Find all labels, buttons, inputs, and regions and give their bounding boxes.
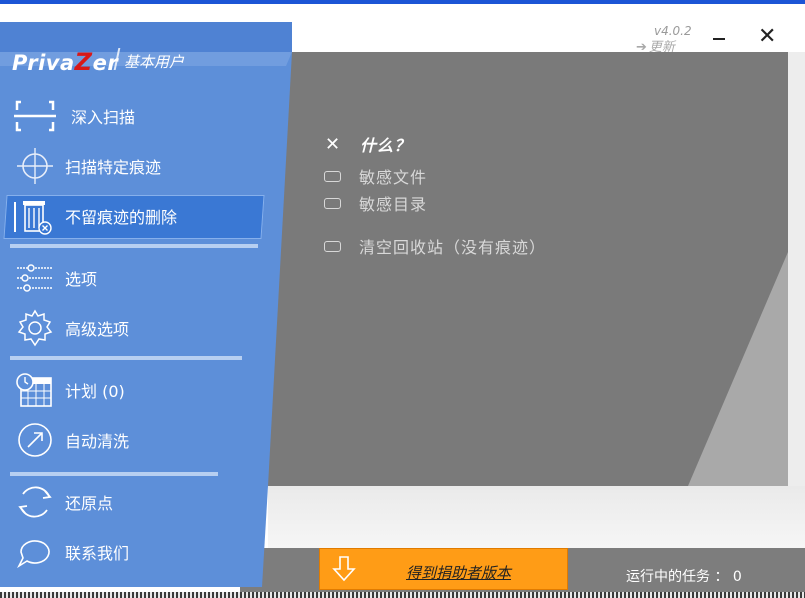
sidebar-item-deep-scan[interactable]: 深入扫描 (13, 96, 135, 136)
trash-shred-icon (13, 196, 57, 236)
content-decoration (688, 252, 788, 486)
sidebar-item-auto-clean[interactable]: 自动清洗 (13, 420, 129, 460)
arrow-down-icon (332, 556, 356, 582)
close-icon: ✕ (758, 24, 777, 49)
sliders-icon (13, 258, 57, 298)
sidebar-item-restore-point[interactable]: 还原点 (13, 482, 113, 522)
gear-icon (13, 308, 57, 348)
checkbox-icon[interactable] (324, 170, 341, 182)
close-x-icon: ✕ (324, 133, 342, 155)
content-panel (268, 52, 788, 486)
taskbar-strip (0, 592, 805, 598)
option-empty-recycle-bin[interactable]: 清空回收站（没有痕迹） (324, 234, 546, 258)
sidebar-item-contact-us[interactable]: 联系我们 (13, 532, 129, 572)
option-label: 敏感文件 (359, 168, 428, 187)
sidebar-item-options[interactable]: 选项 (13, 258, 97, 298)
donor-version-label: 得到捐助者版本 (406, 564, 512, 582)
chat-bubble-icon (13, 532, 57, 572)
sidebar-item-label: 还原点 (65, 494, 114, 513)
sidebar-item-secure-delete[interactable]: 不留痕迹的删除 (13, 196, 177, 236)
sidebar-divider (10, 472, 218, 476)
user-type-label: 基本用户 (124, 53, 185, 71)
sidebar-item-schedule[interactable]: 计划 (0) (13, 370, 125, 410)
option-sensitive-files[interactable]: 敏感文件 (324, 164, 427, 188)
sidebar-item-label: 选项 (65, 270, 98, 289)
sidebar-item-label: 联系我们 (65, 544, 130, 563)
minimize-button[interactable] (710, 26, 728, 46)
sidebar-divider (10, 356, 242, 360)
header-area (292, 22, 805, 52)
what-heading: ✕ 什么？ (324, 132, 411, 156)
donor-version-button[interactable]: 得到捐助者版本 (319, 548, 568, 590)
sidebar-item-targeted-scan[interactable]: 扫描特定痕迹 (13, 146, 161, 186)
sidebar-item-label: 计划 (0) (65, 382, 125, 401)
sidebar-item-label: 高级选项 (65, 320, 130, 339)
checkbox-icon[interactable] (324, 197, 341, 209)
close-button[interactable]: ✕ (758, 26, 776, 48)
calendar-clock-icon (13, 370, 57, 410)
sidebar-item-label: 扫描特定痕迹 (65, 158, 162, 177)
restore-cycle-icon (13, 482, 57, 522)
scan-frame-icon (13, 96, 57, 136)
sidebar-item-label: 不留痕迹的删除 (65, 208, 178, 227)
sidebar-divider (10, 244, 258, 248)
crosshair-icon (13, 146, 57, 186)
right-edge-panel (788, 52, 805, 486)
sidebar-item-label: 自动清洗 (65, 432, 130, 451)
privazer-logo: PrivaZer (12, 48, 119, 76)
task-status: 运行中的任务 ： 0 (626, 569, 742, 585)
what-heading-label: 什么？ (360, 136, 412, 155)
option-label: 敏感目录 (359, 195, 428, 214)
content-footer-area (268, 486, 805, 548)
option-label: 清空回收站（没有痕迹） (359, 238, 547, 257)
sidebar-item-label: 深入扫描 (71, 108, 136, 127)
option-sensitive-folders[interactable]: 敏感目录 (324, 191, 427, 215)
sidebar-item-advanced-options[interactable]: 高级选项 (13, 308, 129, 348)
arrow-circle-icon (13, 420, 57, 460)
checkbox-icon[interactable] (324, 240, 341, 252)
